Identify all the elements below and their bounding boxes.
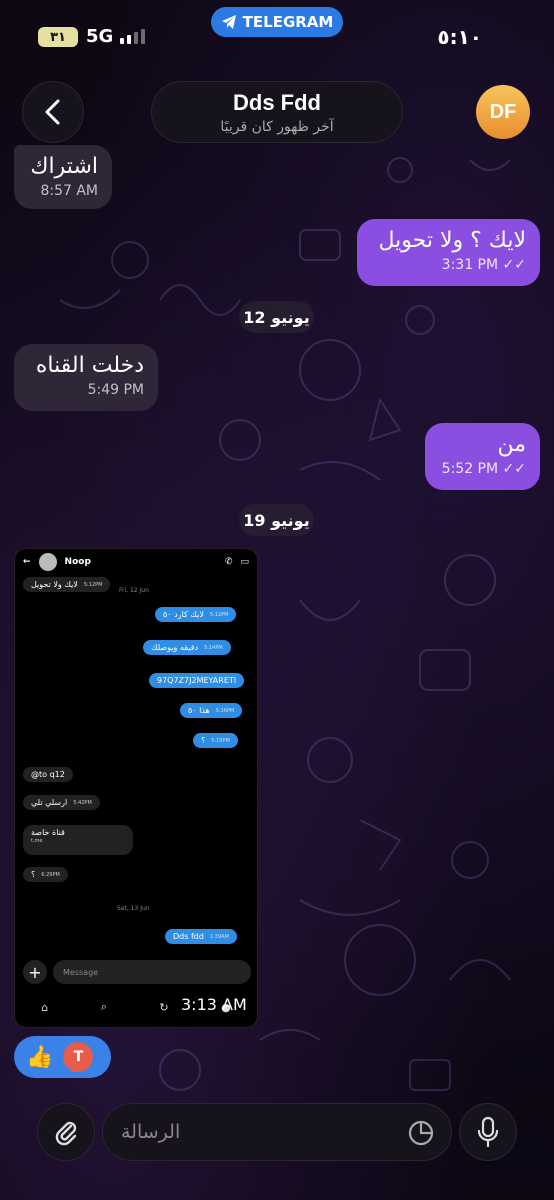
contact-name: Dds Fdd: [233, 90, 321, 115]
embedded-message: 97Q7Z7J2MEYARETI: [149, 673, 245, 688]
signal-icon: [120, 29, 145, 44]
home-icon: ⌂: [41, 1000, 49, 1014]
message-time: 5:49 PM: [87, 382, 144, 398]
embedded-time: 1:39AM: [209, 933, 229, 940]
message-placeholder: الرسالة: [121, 1121, 181, 1143]
chevron-left-icon: [45, 99, 60, 125]
last-seen: آخر ظهور كان قريبًا: [220, 119, 334, 135]
embedded-text: 97Q7Z7J2MEYARETI: [157, 676, 237, 685]
embedded-link-message: قناة خاصة t.me: [23, 825, 133, 855]
chat-title[interactable]: Dds Fdd آخر ظهور كان قريبًا: [151, 81, 403, 143]
telegram-pill-label: TELEGRAM: [242, 13, 334, 31]
back-button[interactable]: [22, 81, 84, 143]
message-input[interactable]: الرسالة: [102, 1103, 452, 1161]
embedded-text: ؟: [31, 870, 36, 879]
arrow-left-icon: ←: [23, 557, 31, 567]
embedded-time: 6:29PM: [41, 871, 60, 878]
sticker-icon[interactable]: [407, 1119, 435, 1147]
embedded-message: لايك كارد ٥٠ 5:12PM: [155, 607, 237, 622]
telegram-pill[interactable]: TELEGRAM: [211, 7, 343, 37]
message-text: من: [497, 432, 526, 457]
embedded-time: 5:42PM: [73, 799, 92, 806]
embedded-contact: Noop: [64, 557, 91, 567]
embedded-text: لايك ولا تحويل: [31, 580, 78, 589]
battery-indicator: ٣١: [38, 27, 78, 47]
embedded-time: t.me: [31, 838, 43, 844]
embedded-text: دقيقه ويوصلك: [151, 643, 199, 652]
date-separator: 12 يونيو: [239, 301, 314, 333]
message-time-value: 3:31 PM: [441, 257, 499, 273]
embedded-date: Fri, 12 Jun: [119, 587, 149, 594]
phone-icon: ✆: [224, 557, 233, 567]
embedded-composer: + Message: [23, 959, 251, 985]
reactor-avatar: T: [63, 1042, 94, 1072]
microphone-icon: [477, 1116, 499, 1148]
status-bar: ٣١ 5G TELEGRAM ٥:١٠: [0, 0, 554, 50]
voice-record-button[interactable]: [459, 1103, 517, 1161]
attach-button[interactable]: [37, 1103, 95, 1161]
embedded-message: لايك ولا تحويل 5:12PM: [23, 577, 111, 592]
message-outgoing[interactable]: لايك ؟ ولا تحويل 3:31 PM ✓✓: [357, 219, 540, 286]
message-time: 8:57 AM: [40, 183, 98, 199]
embedded-text: لايك كارد ٥٠: [163, 610, 204, 619]
message-time: 3:31 PM ✓✓: [371, 257, 526, 273]
embedded-time: 5:14PM: [204, 644, 223, 651]
message-time: 5:52 PM ✓✓: [439, 461, 526, 477]
date-separator: 19 يونيو: [239, 504, 314, 536]
embedded-text: قناة خاصة: [31, 828, 65, 837]
embedded-time: 5:16PM: [215, 707, 235, 714]
clock: ٥:١٠: [437, 25, 482, 49]
message-incoming[interactable]: اشتراك 8:57 AM: [14, 145, 112, 209]
search-icon: ⌕: [100, 1000, 107, 1013]
embedded-date: Sat, 13 Jun: [117, 905, 150, 912]
plus-icon: +: [23, 960, 47, 984]
contact-avatar[interactable]: DF: [476, 85, 530, 139]
network-type: 5G: [86, 26, 114, 47]
double-check-icon: ✓✓: [502, 461, 526, 477]
message-text: دخلت القناه: [35, 353, 144, 378]
embedded-message: دقيقه ويوصلك 5:14PM: [143, 640, 231, 655]
embedded-message: ارسلي تلي 5:42PM: [23, 795, 100, 810]
message-incoming[interactable]: دخلت القناه 5:49 PM: [14, 344, 158, 411]
reaction-chip[interactable]: 👍 T: [14, 1036, 111, 1078]
embedded-message: هذا ٥٠ 5:16PM: [180, 703, 243, 718]
thumbs-up-icon: 👍: [26, 1044, 54, 1070]
embedded-input: Message: [53, 960, 251, 984]
message-text: اشتراك: [30, 154, 98, 179]
refresh-icon: ↻: [159, 1000, 169, 1014]
embedded-message: ؟ 6:29PM: [23, 867, 68, 882]
message-text: لايك ؟ ولا تحويل: [378, 228, 526, 253]
embedded-message: ؟ 5:19PM: [193, 733, 238, 748]
embedded-text: @to q12: [31, 770, 65, 779]
embedded-message: Dds fdd 1:39AM: [165, 929, 237, 944]
embedded-time: 5:12PM: [83, 581, 103, 588]
video-icon: ▭: [240, 557, 249, 567]
double-check-icon: ✓✓: [502, 257, 526, 273]
embedded-text: Dds fdd: [173, 932, 204, 941]
embedded-time: 5:19PM: [211, 737, 230, 744]
embedded-header: ← Noop ✆ ▭: [15, 549, 257, 575]
embedded-time: 5:12PM: [209, 611, 229, 618]
embedded-text: ؟: [201, 736, 206, 745]
avatar: [38, 553, 57, 571]
message-outgoing[interactable]: من 5:52 PM ✓✓: [425, 423, 540, 490]
embedded-message: @to q12: [23, 767, 73, 782]
embedded-text: ارسلي تلي: [31, 798, 68, 807]
message-time-value: 5:52 PM: [441, 461, 499, 477]
embedded-text: هذا ٥٠: [188, 706, 210, 715]
paperclip-icon: [55, 1121, 77, 1146]
telegram-icon: [221, 15, 236, 29]
photo-message[interactable]: ← Noop ✆ ▭ لايك ولا تحويل 5:12PM Fri, 12 …: [14, 548, 258, 1028]
photo-time: 3:13 AM: [181, 995, 247, 1014]
